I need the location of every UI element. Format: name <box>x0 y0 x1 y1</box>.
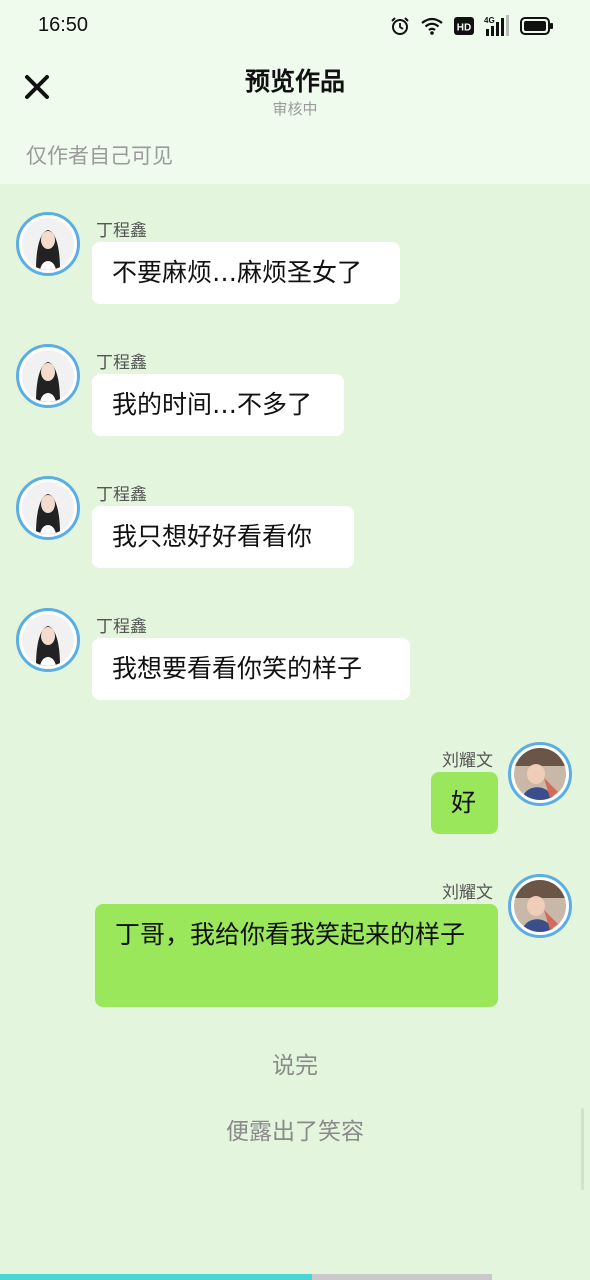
sender-name: 丁程鑫 <box>96 617 147 637</box>
avatar-photo <box>514 748 566 800</box>
avatar-photo <box>514 880 566 932</box>
top-bar: 16:50 HD 4G 预览作品 审核中 仅作者自己可见 <box>0 0 590 184</box>
message-bubble[interactable]: 我只想好好看看你 <box>92 506 354 568</box>
avatar[interactable] <box>16 212 80 276</box>
review-status: 审核中 <box>272 100 318 118</box>
status-icons: HD 4G <box>390 14 554 38</box>
message-bubble[interactable]: 好 <box>431 772 498 834</box>
avatar[interactable] <box>16 476 80 540</box>
message-bubble[interactable]: 我想要看看你笑的样子 <box>92 638 410 700</box>
reading-progress-bar <box>0 1274 492 1280</box>
message-bubble[interactable]: 我的时间…不多了 <box>92 374 344 436</box>
sender-name: 刘耀文 <box>442 883 493 903</box>
avatar[interactable] <box>508 874 572 938</box>
avatar-photo <box>22 614 74 666</box>
alarm-icon <box>391 17 409 35</box>
message-bubble[interactable]: 丁哥，我给你看我笑起来的样子 <box>95 904 498 1007</box>
avatar[interactable] <box>508 742 572 806</box>
reading-progress-fill <box>0 1274 313 1280</box>
network-label: 4G <box>484 16 495 25</box>
narration-text: 便露出了笑容 <box>226 1119 364 1145</box>
hd-label: HD <box>457 23 471 34</box>
wifi-icon <box>421 17 443 35</box>
header: 预览作品 审核中 <box>0 56 590 126</box>
message-bubble[interactable]: 不要麻烦…麻烦圣女了 <box>92 242 400 304</box>
avatar-photo <box>22 350 74 402</box>
hd-icon: HD <box>454 17 474 35</box>
scrollbar[interactable] <box>581 1108 584 1190</box>
avatar[interactable] <box>16 344 80 408</box>
sender-name: 丁程鑫 <box>96 221 147 241</box>
narration-text: 说完 <box>272 1053 318 1079</box>
avatar-photo <box>22 218 74 270</box>
chat-area: 丁程鑫 不要麻烦…麻烦圣女了 丁程鑫 我的时间…不多了 丁程鑫 我只想好好看看你… <box>0 184 590 1270</box>
4g-signal-icon: 4G <box>484 15 509 36</box>
status-bar: 16:50 HD 4G <box>0 0 590 52</box>
sender-name: 丁程鑫 <box>96 485 147 505</box>
page-title: 预览作品 <box>244 67 345 96</box>
sender-name: 刘耀文 <box>442 751 493 771</box>
status-time: 16:50 <box>38 14 89 36</box>
avatar[interactable] <box>16 608 80 672</box>
avatar-photo <box>22 482 74 534</box>
battery-icon <box>520 17 553 35</box>
visibility-note: 仅作者自己可见 <box>26 144 173 168</box>
sender-name: 丁程鑫 <box>96 353 147 373</box>
